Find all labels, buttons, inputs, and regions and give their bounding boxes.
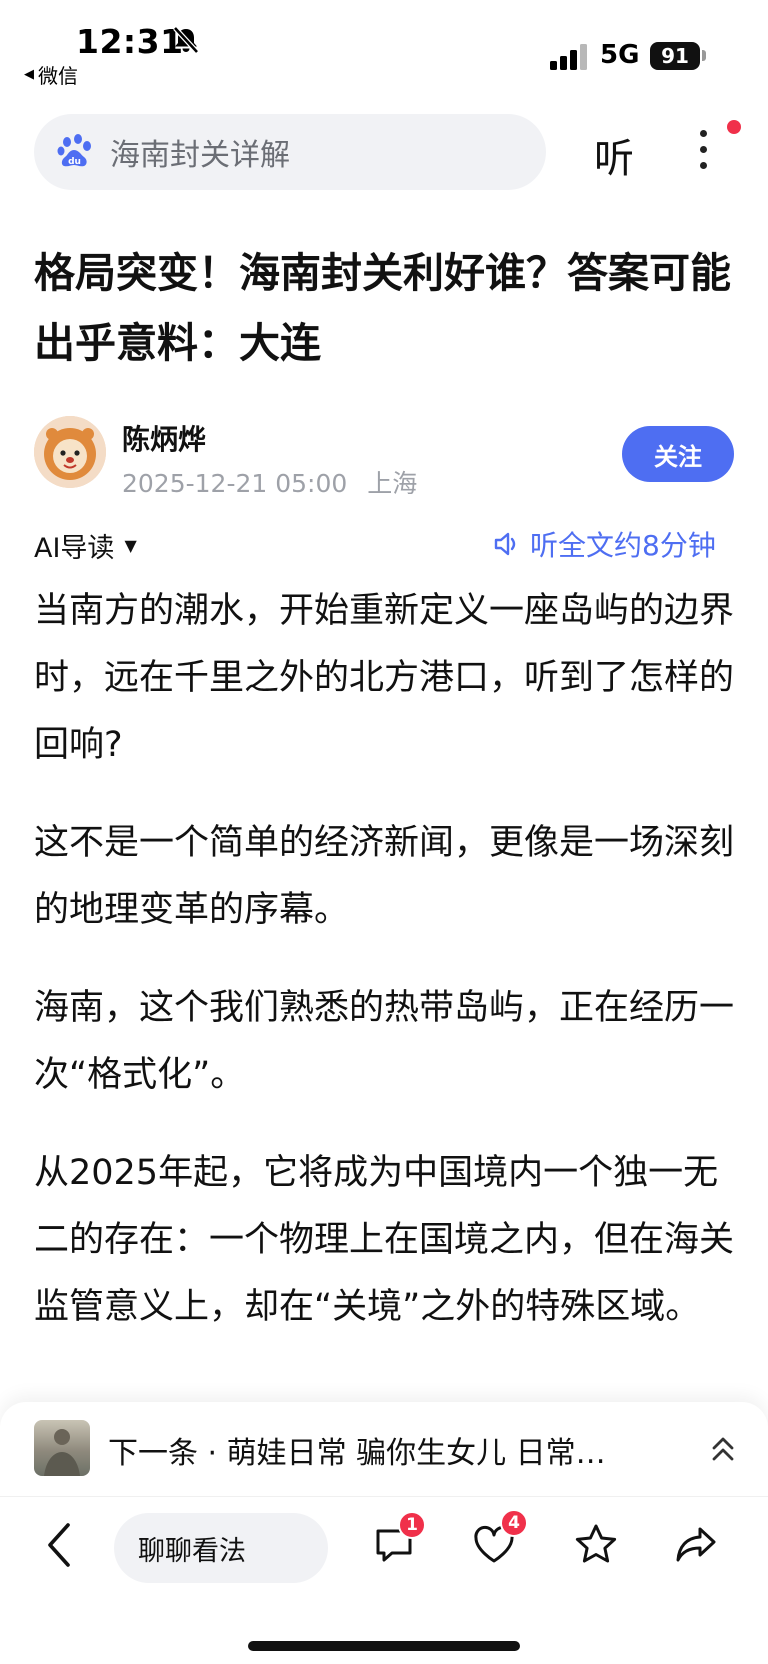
back-app-label: 微信	[38, 64, 78, 88]
search-bar[interactable]: du 海南封关详解	[34, 114, 546, 190]
speaker-icon	[494, 532, 516, 556]
article-title: 格局突变！海南封关利好谁？答案可能出乎意料：大连	[34, 249, 731, 367]
more-options-icon[interactable]	[688, 130, 718, 180]
comment-count-badge: 1	[398, 1511, 426, 1539]
baidu-paw-icon: du	[57, 134, 91, 167]
battery-cap	[702, 50, 706, 61]
back-to-app[interactable]: ◀ 微信	[24, 60, 78, 89]
article-paragraph: 这不是一个简单的经济新闻，更像是一场深刻的地理变革的序幕。	[34, 823, 735, 930]
bottom-toolbar: 聊聊看法 1 4	[0, 1496, 768, 1664]
notification-dot	[727, 120, 741, 134]
status-bar: 12:31 ◀ 微信 5G 91	[0, 0, 768, 96]
listen-full-button[interactable]: 听全文约8分钟	[492, 524, 716, 564]
article-meta: 2025-12-21 05:00 上海	[122, 464, 417, 500]
follow-button[interactable]: 关注	[622, 426, 734, 482]
favorite-star-icon[interactable]	[572, 1521, 620, 1569]
share-icon[interactable]	[672, 1521, 720, 1569]
status-time: 12:31	[76, 22, 184, 61]
listen-button[interactable]: 听	[594, 126, 634, 184]
bell-off-icon	[173, 26, 199, 54]
next-item-bar[interactable]: 下一条 · 萌娃日常 骗你生女儿 日常…	[0, 1402, 768, 1496]
author-name[interactable]: 陈炳烨	[122, 418, 206, 458]
svg-text:du: du	[68, 157, 81, 167]
network-type: 5G	[600, 40, 640, 70]
article-paragraph: 从2025年起，它将成为中国境内一个独一无二的存在：一个物理上在国境之内，但在海…	[34, 1153, 735, 1327]
next-item-thumbnail	[34, 1420, 90, 1476]
like-count-badge: 4	[500, 1509, 528, 1537]
author-avatar[interactable]	[34, 416, 106, 488]
home-indicator[interactable]	[248, 1641, 520, 1651]
publish-location: 上海	[367, 469, 418, 498]
battery-indicator: 91	[650, 42, 700, 70]
caret-down-icon: ▼	[124, 536, 137, 555]
ai-guide-label: AI导读	[34, 533, 115, 564]
search-query: 海南封关详解	[110, 138, 290, 173]
chevron-up-icon[interactable]	[708, 1432, 738, 1466]
signal-icon	[550, 44, 587, 70]
article-paragraph: 当南方的潮水，开始重新定义一座岛屿的边界时，远在千里之外的北方港口，听到了怎样的…	[34, 591, 735, 765]
publish-date: 2025-12-21 05:00	[122, 469, 348, 498]
article-paragraph: 海南，这个我们熟悉的热带岛屿，正在经历一次“格式化”。	[34, 988, 735, 1095]
comment-input[interactable]: 聊聊看法	[114, 1513, 328, 1583]
listen-full-label: 听全文约8分钟	[530, 529, 716, 562]
back-arrow-icon[interactable]	[38, 1517, 82, 1573]
article-body: 当南方的潮水，开始重新定义一座岛屿的边界时，远在千里之外的北方港口，听到了怎样的…	[34, 578, 736, 1372]
back-triangle-icon: ◀	[24, 67, 34, 82]
lion-avatar-icon	[34, 416, 106, 488]
ai-guide-toggle[interactable]: AI导读 ▼	[34, 526, 137, 565]
next-item-label: 下一条 · 萌娃日常 骗你生女儿 日常…	[108, 1436, 606, 1471]
